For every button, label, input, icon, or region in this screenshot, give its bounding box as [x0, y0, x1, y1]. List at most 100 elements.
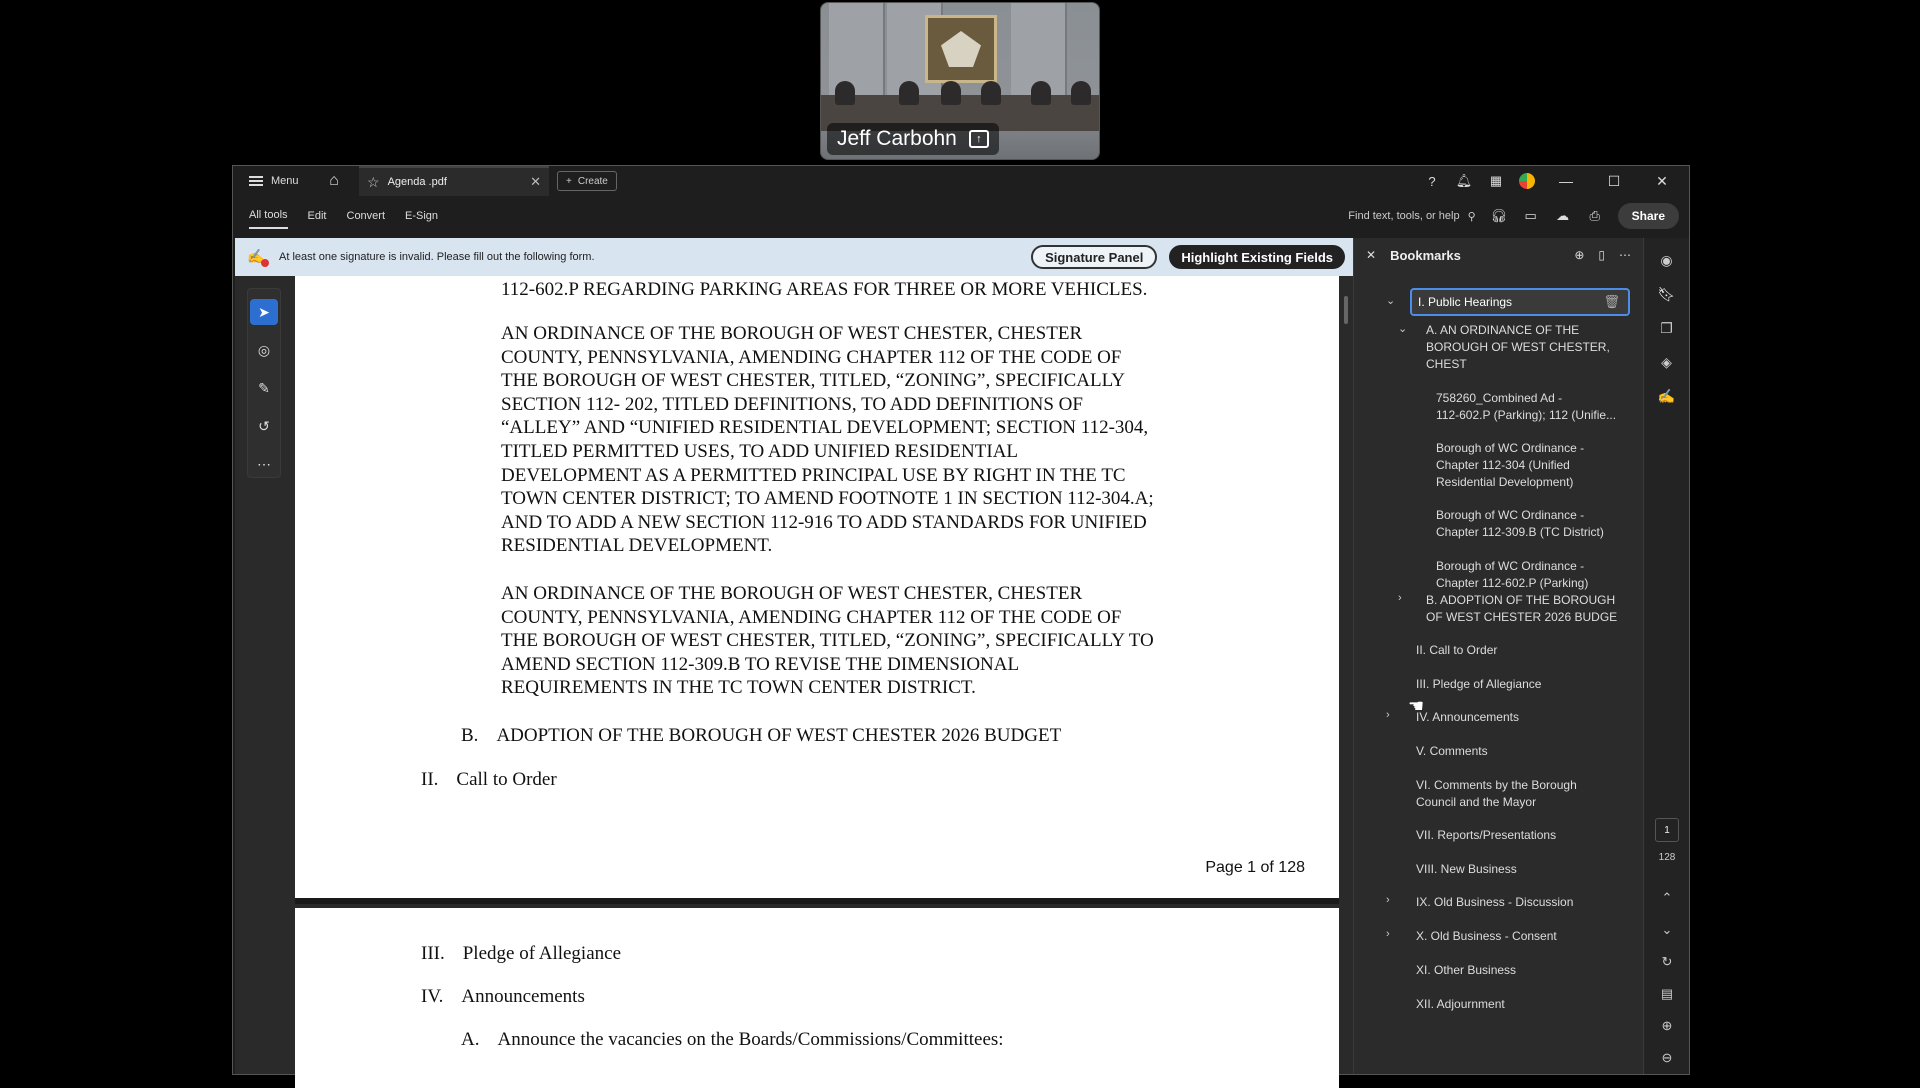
share-button[interactable]: Share: [1617, 203, 1679, 229]
bell-icon[interactable]: 🔔︎: [1455, 172, 1473, 190]
bookmark-item[interactable]: IV. Announcements: [1416, 709, 1519, 726]
agenda-marker: B.: [461, 725, 479, 746]
bookmark-item[interactable]: A. AN ORDINANCE OF THE BOROUGH OF WEST C…: [1426, 322, 1610, 373]
tab-all-tools[interactable]: All tools: [249, 203, 288, 229]
bookmark-item[interactable]: V. Comments: [1416, 743, 1488, 760]
chevron-right-icon[interactable]: ›: [1398, 592, 1402, 604]
right-tool-rail: ◉ 🔖︎ ❐ ◈ ✍ 1 128 ⌃ ⌄ ↻ ▤ ⊕ ⊖: [1643, 238, 1689, 1074]
participant-name: Jeff Carbohn: [837, 127, 957, 150]
trash-icon[interactable]: 🗑︎: [1603, 294, 1620, 310]
bookmarks-panel: ✕ Bookmarks ⊕ ▯ ⋯ ⌄ I. Public Hearings 🗑…: [1353, 238, 1643, 1074]
star-icon[interactable]: ☆: [367, 174, 380, 191]
bookmark-panel-icon[interactable]: 🔖︎: [1655, 282, 1679, 306]
upload-icon[interactable]: ☁: [1554, 207, 1572, 225]
headphones-icon[interactable]: 🎧︎: [1490, 207, 1508, 225]
document-scrollbar[interactable]: [1344, 296, 1348, 324]
title-bar: Menu ⌂ ☆ Agenda .pdf ✕ + Create ? 🔔︎ ▦ —…: [233, 166, 1689, 196]
apps-grid-icon[interactable]: ▦: [1487, 172, 1505, 190]
comment-panel-icon[interactable]: ◉: [1655, 248, 1679, 272]
bookmark-item[interactable]: VI. Comments by the Borough Council and …: [1416, 777, 1577, 811]
bookmark-item[interactable]: B. ADOPTION OF THE BOROUGH OF WEST CHEST…: [1426, 592, 1617, 626]
hand-cursor-icon: ☚: [1408, 696, 1425, 716]
pages-panel-icon[interactable]: ❐: [1655, 316, 1679, 340]
bookmark-item[interactable]: Borough of WC Ordinance - Chapter 112-60…: [1436, 558, 1588, 592]
chevron-down-icon[interactable]: ⌄: [1398, 322, 1407, 335]
chevron-up-icon[interactable]: ⌃: [1655, 886, 1679, 910]
add-bookmark-icon[interactable]: ⊕: [1574, 248, 1584, 262]
close-window-icon[interactable]: ✕: [1645, 173, 1679, 190]
agenda-item-a: A. Announce the vacancies on the Boards/…: [461, 1028, 1004, 1052]
bookmark-item[interactable]: XI. Other Business: [1416, 962, 1516, 979]
current-page-box[interactable]: 1: [1655, 818, 1679, 842]
bookmark-item[interactable]: IX. Old Business - Discussion: [1416, 894, 1573, 911]
bookmark-item[interactable]: XII. Adjournment: [1416, 996, 1505, 1013]
search-icon: ⚲: [1467, 210, 1476, 223]
signature-notice-bar: ✍ At least one signature is invalid. Ple…: [235, 238, 1353, 276]
agenda-marker: A.: [461, 1029, 480, 1050]
page-fit-icon[interactable]: ▤: [1655, 982, 1679, 1006]
bookmark-label: I. Public Hearings: [1418, 295, 1513, 309]
home-icon[interactable]: ⌂: [319, 172, 349, 190]
close-tab-icon[interactable]: ✕: [530, 174, 541, 190]
video-tile[interactable]: Jeff Carbohn ↑: [820, 2, 1100, 160]
sign-panel-icon[interactable]: ✍: [1655, 384, 1679, 408]
create-label: Create: [577, 175, 608, 187]
signature-panel-button[interactable]: Signature Panel: [1031, 245, 1158, 269]
menu-button[interactable]: Menu: [233, 175, 303, 187]
select-arrow-icon[interactable]: ➤: [250, 299, 278, 325]
more-options-icon[interactable]: ⋯: [1619, 248, 1631, 262]
maximize-icon[interactable]: ☐: [1597, 173, 1631, 190]
chevron-down-icon[interactable]: ⌄: [1386, 294, 1395, 307]
tab-edit[interactable]: Edit: [308, 204, 327, 228]
menu-label: Menu: [271, 175, 299, 187]
document-viewport[interactable]: 112-602.P REGARDING PARKING AREAS FOR TH…: [235, 276, 1353, 1088]
bookmarks-title: Bookmarks: [1390, 247, 1461, 263]
bookmark-item[interactable]: 758260_Combined Ad - 112-602.P (Parking)…: [1436, 390, 1616, 424]
save-icon[interactable]: ▭: [1522, 207, 1540, 225]
share-screen-icon[interactable]: ↑: [968, 130, 989, 148]
tab-e-sign[interactable]: E-Sign: [405, 204, 438, 228]
chevron-right-icon[interactable]: ›: [1386, 894, 1390, 906]
video-person: [981, 81, 1001, 105]
lasso-icon[interactable]: ↺: [250, 413, 278, 439]
create-button[interactable]: + Create: [557, 171, 617, 191]
find-field[interactable]: Find text, tools, or help ⚲: [1348, 210, 1475, 223]
tab-convert[interactable]: Convert: [347, 204, 386, 228]
bookmark-item[interactable]: Borough of WC Ordinance - Chapter 112-30…: [1436, 507, 1604, 541]
pdf-page: 112-602.P REGARDING PARKING AREAS FOR TH…: [295, 276, 1339, 898]
bookmark-item-selected[interactable]: I. Public Hearings 🗑︎: [1410, 288, 1630, 316]
video-person: [1031, 81, 1051, 105]
chevron-right-icon[interactable]: ›: [1386, 928, 1390, 940]
refresh-icon[interactable]: ↻: [1655, 950, 1679, 974]
video-person: [835, 81, 855, 105]
layers-icon[interactable]: ◈: [1655, 350, 1679, 374]
highlight-fields-button[interactable]: Highlight Existing Fields: [1169, 245, 1345, 269]
bookmark-options-icon[interactable]: ▯: [1598, 248, 1605, 262]
zoom-in-icon[interactable]: ⊕: [1655, 1014, 1679, 1038]
minimize-icon[interactable]: —: [1549, 173, 1583, 189]
comment-icon[interactable]: ◎: [250, 337, 278, 363]
bookmark-item[interactable]: X. Old Business - Consent: [1416, 928, 1557, 945]
more-icon[interactable]: ⋯: [250, 451, 278, 477]
bookmark-item[interactable]: Borough of WC Ordinance - Chapter 112-30…: [1436, 440, 1584, 491]
pen-icon[interactable]: ✎: [250, 375, 278, 401]
bookmark-item[interactable]: VII. Reports/Presentations: [1416, 827, 1556, 844]
document-tab[interactable]: ☆ Agenda .pdf ✕: [359, 166, 549, 196]
bookmark-item[interactable]: III. Pledge of Allegiance: [1416, 676, 1541, 693]
chevron-right-icon[interactable]: ›: [1386, 709, 1390, 721]
print-icon[interactable]: ⎙: [1586, 207, 1604, 225]
notice-message: At least one signature is invalid. Pleas…: [279, 251, 595, 263]
ordinance-paragraph: AN ORDINANCE OF THE BOROUGH OF WEST CHES…: [501, 323, 1154, 557]
borough-seal-image: [925, 15, 997, 83]
ordinance-text: 112-602.P REGARDING PARKING AREAS FOR TH…: [501, 279, 1148, 300]
video-person: [1071, 81, 1091, 105]
agenda-item-text: Announcements: [461, 986, 585, 1007]
zoom-out-icon[interactable]: ⊖: [1655, 1046, 1679, 1070]
close-panel-icon[interactable]: ✕: [1366, 248, 1376, 262]
bookmark-item[interactable]: II. Call to Order: [1416, 642, 1497, 659]
bookmark-item[interactable]: VIII. New Business: [1416, 861, 1517, 878]
chevron-down-icon[interactable]: ⌄: [1655, 918, 1679, 942]
agenda-item-text: Pledge of Allegiance: [462, 943, 622, 964]
help-icon[interactable]: ?: [1423, 172, 1441, 190]
user-avatar[interactable]: [1519, 173, 1535, 189]
